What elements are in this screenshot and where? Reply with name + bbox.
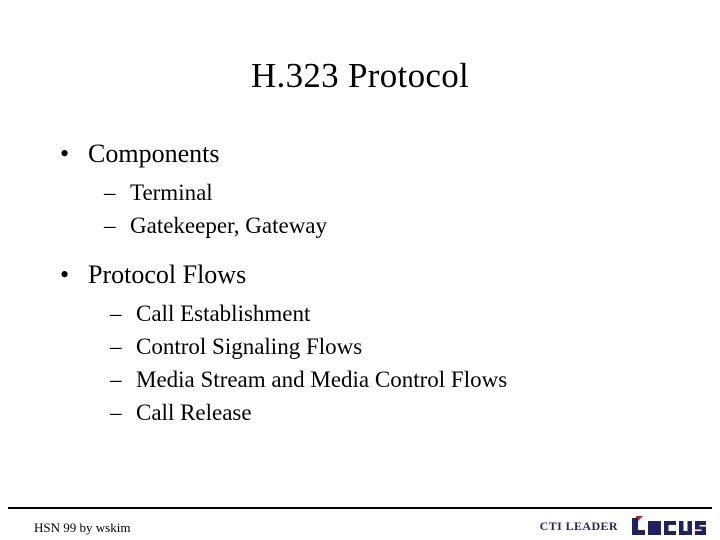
- footer-divider: [8, 507, 712, 509]
- outline-item-level1: • Components: [0, 137, 720, 171]
- en-dash-icon: –: [104, 180, 116, 205]
- slide-body-outline: • Components – Terminal – Gatekeeper, Ga…: [0, 137, 720, 429]
- en-dash-icon: –: [104, 213, 116, 238]
- outline-item-label: Call Release: [136, 400, 252, 425]
- bullet-dot-icon: •: [60, 139, 70, 168]
- outline-item-label: Call Establishment: [136, 301, 311, 326]
- en-dash-icon: –: [110, 400, 122, 425]
- outline-item-level2: – Terminal: [0, 176, 720, 209]
- page-title: H.323 Protocol: [250, 56, 470, 95]
- outline-spacer: [0, 242, 720, 258]
- outline-item-level2: – Control Signaling Flows: [0, 330, 720, 363]
- en-dash-icon: –: [110, 367, 122, 392]
- outline-item-level2: – Gatekeeper, Gateway: [0, 209, 720, 242]
- outline-item-label: Protocol Flows: [88, 260, 247, 289]
- slide-canvas: H.323 Protocol • Components – Terminal –…: [0, 0, 720, 540]
- outline-item-label: Media Stream and Media Control Flows: [136, 367, 508, 392]
- bullet-dot-icon: •: [60, 260, 70, 289]
- outline-item-level2: – Call Establishment: [0, 297, 720, 330]
- outline-item-level2: – Call Release: [0, 396, 720, 429]
- footer-left-text: HSN 99 by wskim: [34, 520, 131, 535]
- outline-item-level1: • Protocol Flows: [0, 258, 720, 292]
- outline-item-level2: – Media Stream and Media Control Flows: [0, 363, 720, 396]
- outline-item-label: Terminal: [130, 180, 213, 205]
- outline-item-label: Control Signaling Flows: [136, 334, 363, 359]
- outline-item-label: Gatekeeper, Gateway: [130, 213, 328, 238]
- en-dash-icon: –: [110, 301, 122, 326]
- en-dash-icon: –: [110, 334, 122, 359]
- footer-branding: CTI LEADER: [540, 515, 706, 537]
- cti-leader-tagline: CTI LEADER: [539, 519, 618, 533]
- locus-logo: [630, 516, 706, 536]
- outline-item-label: Components: [88, 139, 220, 168]
